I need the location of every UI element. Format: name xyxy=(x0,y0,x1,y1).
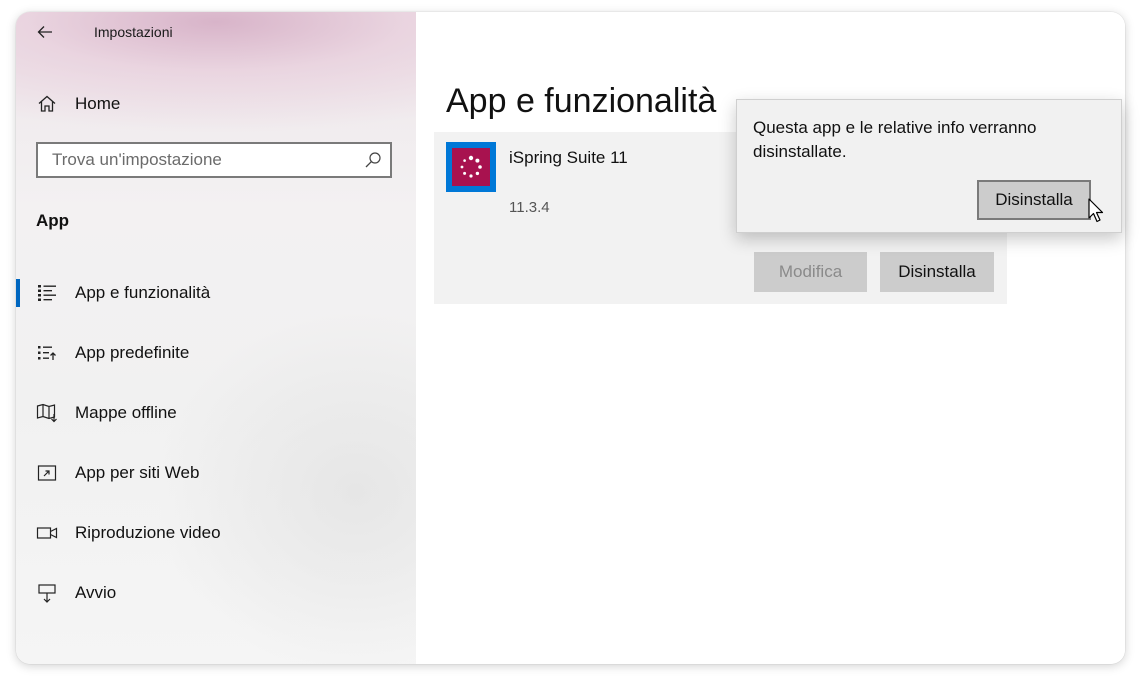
apps-for-websites-icon xyxy=(36,462,58,484)
sidebar-item-apps-for-websites[interactable]: App per siti Web xyxy=(16,451,416,495)
sidebar-item-label: App e funzionalità xyxy=(75,283,211,302)
flyout-message: Questa app e le relative info verranno d… xyxy=(753,118,1037,161)
title-bar: Impostazioni xyxy=(16,12,416,54)
section-heading: App xyxy=(36,211,70,230)
app-name: iSpring Suite 11 xyxy=(509,148,628,167)
uninstall-button[interactable]: Disinstalla xyxy=(880,252,994,292)
sidebar-item-video-playback[interactable]: Riproduzione video xyxy=(16,511,416,555)
sidebar-item-startup[interactable]: Avvio xyxy=(16,571,416,615)
search-input[interactable] xyxy=(38,144,372,176)
sidebar-item-offline-maps[interactable]: Mappe offline xyxy=(16,391,416,435)
uninstall-confirm-flyout: Questa app e le relative info verranno d… xyxy=(736,99,1122,233)
default-apps-icon xyxy=(36,342,58,364)
mouse-cursor-icon xyxy=(1088,198,1104,223)
sidebar: Impostazioni Home App xyxy=(16,12,416,664)
home-icon xyxy=(36,93,58,115)
apps-features-icon xyxy=(36,282,58,304)
page-title: App e funzionalità xyxy=(446,82,717,120)
sidebar-item-label: App per siti Web xyxy=(75,463,200,482)
video-playback-icon xyxy=(36,522,58,544)
window-title: Impostazioni xyxy=(94,24,173,40)
sidebar-item-home[interactable]: Home xyxy=(16,84,416,124)
ispring-app-icon xyxy=(446,142,496,192)
sidebar-item-default-apps[interactable]: App predefinite xyxy=(16,331,416,375)
sidebar-item-label: Avvio xyxy=(75,583,117,602)
sidebar-item-label: Home xyxy=(75,94,121,113)
confirm-uninstall-button[interactable]: Disinstalla xyxy=(977,180,1091,220)
sidebar-item-label: App predefinite xyxy=(75,343,190,362)
startup-icon xyxy=(36,582,58,604)
sidebar-item-apps-features[interactable]: App e funzionalità xyxy=(16,271,416,315)
active-indicator xyxy=(16,279,20,307)
back-arrow-icon xyxy=(37,26,52,38)
search-box[interactable] xyxy=(36,142,392,178)
app-version: 11.3.4 xyxy=(509,199,550,216)
modify-button[interactable]: Modifica xyxy=(754,252,867,292)
sidebar-item-label: Riproduzione video xyxy=(75,523,221,542)
sidebar-item-label: Mappe offline xyxy=(75,403,177,422)
offline-maps-icon xyxy=(36,402,58,424)
search-icon[interactable] xyxy=(364,151,382,169)
back-button[interactable] xyxy=(28,18,62,46)
